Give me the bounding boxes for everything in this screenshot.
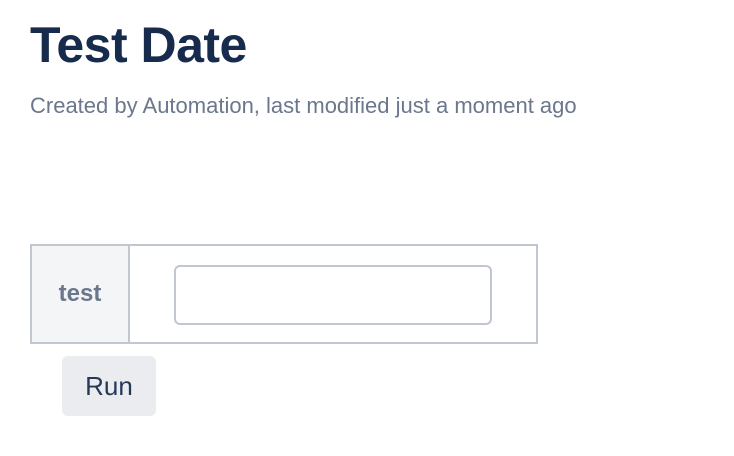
page-title: Test Date	[30, 17, 247, 73]
parameter-label-cell: test	[32, 246, 130, 342]
page-byline: Created by Automation, last modified jus…	[30, 93, 577, 118]
parameter-table: test	[30, 244, 538, 344]
page: Test Date Created by Automation, last mo…	[0, 0, 734, 456]
parameter-value-cell	[130, 246, 536, 342]
parameter-label: test	[58, 280, 102, 307]
test-date-input[interactable]	[174, 265, 492, 325]
run-button[interactable]: Run	[62, 356, 156, 416]
